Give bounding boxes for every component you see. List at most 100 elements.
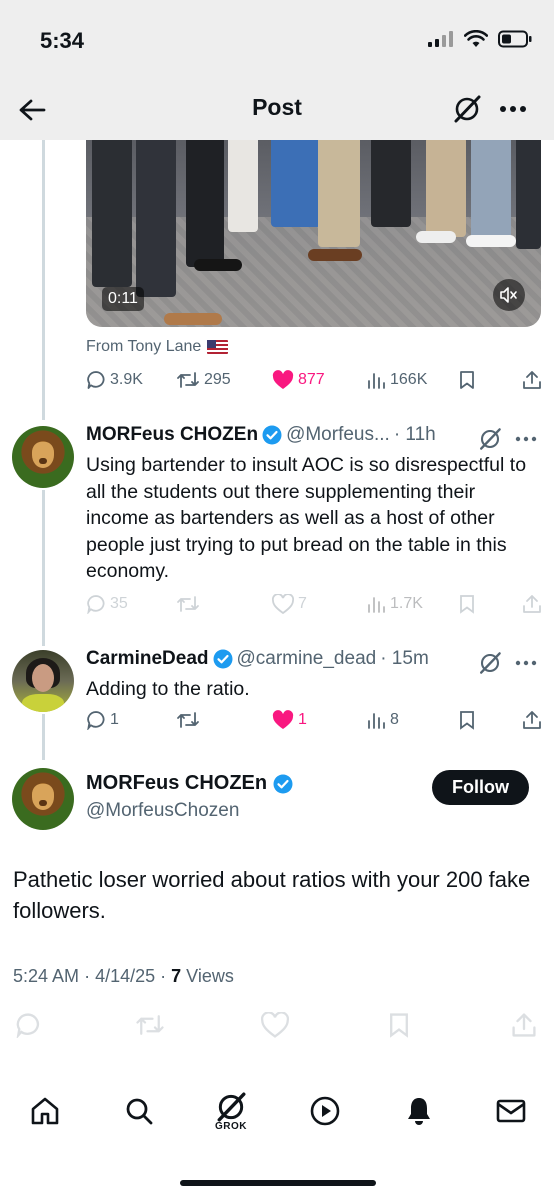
bookmark-button[interactable] — [387, 1012, 411, 1038]
video-attribution[interactable]: From Tony Lane — [86, 338, 229, 356]
views-count: 8 — [390, 711, 399, 728]
author-name[interactable]: MORFeus CHOZEn — [86, 772, 267, 795]
nav-search[interactable] — [116, 1088, 162, 1134]
repost-icon — [177, 372, 199, 388]
author-name[interactable]: CarmineDead — [86, 648, 209, 670]
post-header: Post — [0, 80, 554, 140]
share-button[interactable] — [511, 1012, 537, 1038]
home-indicator — [180, 1180, 376, 1186]
bookmark-button[interactable] — [458, 594, 476, 614]
post-time: 5:24 AM — [13, 966, 80, 986]
views-count: 1.7K — [390, 595, 423, 612]
repost-icon — [177, 596, 199, 612]
post-meta: 5:24 AM · 4/14/25 · 7 Views — [13, 966, 234, 986]
views-button[interactable]: 8 — [366, 710, 399, 730]
grok-label: GROK — [215, 1120, 247, 1132]
like-count: 1 — [298, 711, 307, 728]
nav-grok[interactable]: GROK — [208, 1088, 254, 1134]
thread-line — [42, 490, 45, 646]
cellular-signal-icon — [428, 31, 453, 47]
repost-button[interactable] — [135, 1012, 165, 1038]
muted-speaker-icon — [500, 287, 517, 303]
repost-button[interactable] — [176, 710, 200, 730]
reply-text: Adding to the ratio. — [86, 678, 250, 700]
bookmark-icon — [460, 711, 474, 730]
views-button[interactable]: 166K — [366, 370, 427, 390]
main-post-actions — [13, 1012, 543, 1042]
like-button[interactable]: 7 — [272, 594, 307, 614]
author-handle[interactable]: @Morfeus... — [286, 424, 390, 446]
avatar[interactable] — [12, 768, 74, 830]
wifi-icon — [464, 30, 488, 47]
more-options-button[interactable] — [512, 425, 540, 453]
author-handle[interactable]: @carmine_dead — [237, 648, 377, 670]
heart-filled-icon — [272, 370, 294, 389]
bookmark-icon — [460, 595, 474, 614]
battery-icon — [498, 30, 532, 48]
grok-icon — [454, 95, 481, 123]
follow-button[interactable]: Follow — [432, 770, 529, 805]
views-count: 166K — [390, 371, 428, 388]
bookmark-icon — [460, 371, 474, 389]
share-button[interactable] — [522, 710, 542, 730]
bookmark-button[interactable] — [458, 370, 476, 390]
reply-icon — [16, 1013, 40, 1038]
bottom-nav: GROK — [0, 1078, 554, 1158]
author-name[interactable]: MORFeus CHOZEn — [86, 424, 258, 446]
attribution-text: From Tony Lane — [86, 338, 202, 355]
more-icon — [515, 660, 537, 666]
reply-icon — [87, 371, 105, 389]
reply-actions: 1 1 8 — [86, 710, 542, 740]
repost-count: 295 — [204, 371, 231, 388]
video-duration: 0:11 — [102, 287, 144, 311]
grok-icon — [217, 1091, 246, 1122]
more-icon — [500, 106, 526, 112]
repost-button[interactable]: 295 — [176, 370, 231, 390]
repost-button[interactable] — [176, 594, 200, 614]
avatar[interactable] — [12, 650, 74, 712]
repost-icon — [177, 712, 199, 728]
like-button[interactable]: 1 — [272, 710, 307, 730]
bookmark-button[interactable] — [458, 710, 476, 730]
views-button[interactable]: 1.7K — [366, 594, 423, 614]
reply-button[interactable]: 35 — [86, 594, 128, 614]
reply-button[interactable] — [15, 1012, 41, 1038]
avatar[interactable] — [12, 426, 74, 488]
reply-header: CarmineDead @carmine_dead · 15m — [86, 648, 429, 670]
like-button[interactable] — [261, 1012, 289, 1038]
bell-icon — [408, 1098, 430, 1125]
main-author: MORFeus CHOZEn — [86, 772, 293, 795]
verified-badge-icon — [213, 649, 232, 669]
reply-button[interactable]: 3.9K — [86, 370, 143, 390]
mute-button[interactable] — [493, 279, 525, 311]
like-button[interactable]: 877 — [272, 370, 325, 390]
share-button[interactable] — [522, 594, 542, 614]
thread-line — [42, 714, 45, 760]
grok-button[interactable] — [476, 649, 504, 677]
share-button[interactable] — [522, 370, 542, 390]
more-options-button[interactable] — [512, 649, 540, 677]
more-options-button[interactable] — [494, 90, 532, 128]
more-icon — [515, 436, 537, 442]
share-icon — [512, 1013, 536, 1037]
reply-icon — [87, 711, 105, 730]
nav-notifications[interactable] — [396, 1088, 442, 1134]
views-icon — [368, 597, 385, 613]
reply-button[interactable]: 1 — [86, 710, 119, 730]
grok-button[interactable] — [448, 90, 486, 128]
grok-button[interactable] — [476, 425, 504, 453]
post-actions: 3.9K 295 877 166K — [86, 370, 542, 400]
grok-icon — [480, 428, 501, 450]
play-circle-icon — [310, 1096, 340, 1126]
bookmark-icon — [390, 1013, 408, 1038]
nav-home[interactable] — [22, 1088, 68, 1134]
nav-video[interactable] — [302, 1088, 348, 1134]
share-icon — [523, 711, 541, 729]
thread-line — [42, 140, 45, 420]
video-player[interactable]: 0:11 — [86, 140, 541, 327]
like-count: 877 — [298, 371, 325, 388]
verified-badge-icon — [262, 425, 282, 445]
nav-messages[interactable] — [488, 1088, 534, 1134]
author-handle[interactable]: @MorfeusChozen — [86, 800, 239, 822]
us-flag-icon — [207, 340, 229, 354]
